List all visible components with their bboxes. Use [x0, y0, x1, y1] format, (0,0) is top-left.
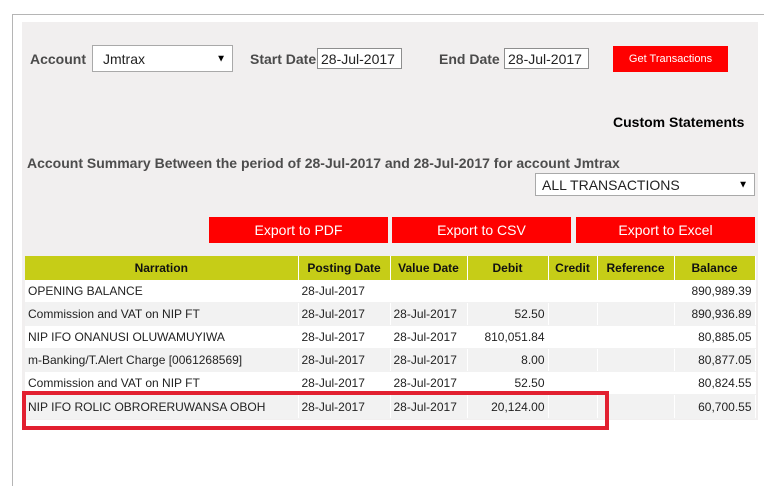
highlight-box: [22, 391, 609, 430]
cell-value-date: [390, 280, 468, 303]
cell-posting-date: 28-Jul-2017: [298, 302, 391, 326]
end-date-input[interactable]: 28-Jul-2017: [504, 48, 589, 69]
table-row: NIP IFO ONANUSI OLUWAMUYIWA 28-Jul-2017 …: [25, 325, 756, 349]
get-transactions-button[interactable]: Get Transactions: [613, 46, 728, 72]
column-header-debit: Debit: [467, 256, 549, 280]
export-excel-button[interactable]: Export to Excel: [576, 217, 755, 243]
cell-balance: 80,885.05: [674, 325, 756, 349]
cell-narration: OPENING BALANCE: [25, 280, 299, 303]
transaction-type-select[interactable]: ALL TRANSACTIONS ▼: [535, 173, 755, 196]
export-pdf-button[interactable]: Export to PDF: [209, 217, 388, 243]
dropdown-arrow-icon: ▼: [738, 179, 748, 190]
cell-reference: [597, 280, 675, 303]
table-row: Commission and VAT on NIP FT 28-Jul-2017…: [25, 302, 756, 326]
cell-reference: [597, 325, 675, 349]
dropdown-arrow-icon: ▼: [216, 53, 226, 64]
table-header-row: Narration Posting Date Value Date Debit …: [25, 256, 756, 280]
cell-debit: 810,051.84: [467, 325, 549, 349]
cell-credit: [548, 348, 598, 372]
column-header-value-date: Value Date: [390, 256, 468, 280]
cell-balance: 890,989.39: [674, 280, 756, 303]
cell-credit: [548, 280, 598, 303]
cell-credit: [548, 325, 598, 349]
cell-balance: 890,936.89: [674, 302, 756, 326]
cell-narration: Commission and VAT on NIP FT: [25, 302, 299, 326]
cell-value-date: 28-Jul-2017: [390, 348, 468, 372]
cell-balance: 80,877.05: [674, 348, 756, 372]
column-header-narration: Narration: [25, 256, 299, 280]
export-csv-button[interactable]: Export to CSV: [392, 217, 571, 243]
table-row: OPENING BALANCE 28-Jul-2017 890,989.39: [25, 280, 756, 303]
column-header-credit: Credit: [548, 256, 598, 280]
cell-posting-date: 28-Jul-2017: [298, 325, 391, 349]
column-header-reference: Reference: [597, 256, 675, 280]
account-select-value: Jmtrax: [103, 50, 145, 67]
table-row: m-Banking/T.Alert Charge [0061268569] 28…: [25, 348, 756, 372]
start-date-input[interactable]: 28-Jul-2017: [317, 48, 402, 69]
cell-posting-date: 28-Jul-2017: [298, 280, 391, 303]
column-header-posting-date: Posting Date: [298, 256, 391, 280]
cell-balance: 80,824.55: [674, 371, 756, 395]
column-header-balance: Balance: [674, 256, 756, 280]
cell-reference: [597, 348, 675, 372]
account-select[interactable]: Jmtrax ▼: [92, 45, 233, 72]
cell-posting-date: 28-Jul-2017: [298, 348, 391, 372]
cell-debit: 52.50: [467, 302, 549, 326]
account-label: Account: [30, 51, 86, 67]
end-date-label: End Date: [439, 51, 500, 67]
cell-narration: m-Banking/T.Alert Charge [0061268569]: [25, 348, 299, 372]
cell-debit: [467, 280, 549, 303]
cell-value-date: 28-Jul-2017: [390, 302, 468, 326]
transaction-type-value: ALL TRANSACTIONS: [542, 176, 680, 193]
cell-credit: [548, 302, 598, 326]
cell-narration: NIP IFO ONANUSI OLUWAMUYIWA: [25, 325, 299, 349]
custom-statements-title: Custom Statements: [613, 114, 745, 130]
cell-debit: 8.00: [467, 348, 549, 372]
start-date-label: Start Date: [250, 51, 317, 67]
account-summary-text: Account Summary Between the period of 28…: [27, 155, 620, 171]
cell-reference: [597, 302, 675, 326]
cell-balance: 60,700.55: [674, 394, 756, 419]
cell-value-date: 28-Jul-2017: [390, 325, 468, 349]
